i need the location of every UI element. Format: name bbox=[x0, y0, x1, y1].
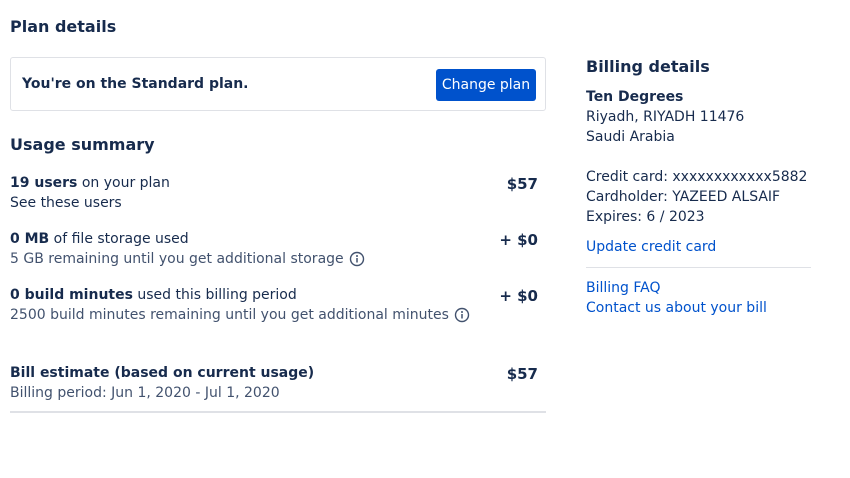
usage-row-users: 19 users on your plan See these users $5… bbox=[10, 173, 546, 213]
billing-address-line2: Saudi Arabia bbox=[586, 129, 675, 145]
build-price: + $0 bbox=[499, 287, 538, 305]
plan-details-heading: Plan details bbox=[10, 17, 117, 36]
card-expiry: Expires: 6 / 2023 bbox=[586, 209, 705, 225]
storage-amount: 0 MB bbox=[10, 231, 50, 247]
users-usage-text: 19 users on your plan bbox=[10, 173, 546, 193]
bill-estimate-label-text: Bill estimate (based on current usage) bbox=[10, 365, 315, 381]
billing-company: Ten Degrees bbox=[586, 89, 684, 105]
storage-note-line: 5 GB remaining until you get additional … bbox=[10, 249, 546, 269]
billing-details-heading: Billing details bbox=[586, 57, 710, 76]
current-plan-card: You're on the Standard plan. Change plan bbox=[10, 57, 546, 111]
usage-row-build-minutes: 0 build minutes used this billing period… bbox=[10, 285, 546, 325]
info-circle-icon[interactable] bbox=[349, 251, 365, 267]
usage-summary-heading: Usage summary bbox=[10, 135, 155, 154]
current-plan-text: You're on the Standard plan. bbox=[22, 76, 249, 92]
users-price: $57 bbox=[506, 175, 538, 193]
build-note-line: 2500 build minutes remaining until you g… bbox=[10, 305, 546, 325]
billing-period: Billing period: Jun 1, 2020 - Jul 1, 202… bbox=[10, 385, 280, 401]
build-amount: 0 build minutes bbox=[10, 287, 133, 303]
cardholder-name: Cardholder: YAZEED ALSAIF bbox=[586, 189, 781, 205]
build-note: 2500 build minutes remaining until you g… bbox=[10, 307, 449, 323]
build-suffix: used this billing period bbox=[132, 287, 297, 303]
info-circle-icon[interactable] bbox=[454, 307, 470, 323]
users-suffix: on your plan bbox=[77, 175, 170, 191]
summary-divider bbox=[10, 411, 546, 413]
users-count: 19 users bbox=[10, 175, 78, 191]
change-plan-button[interactable]: Change plan bbox=[436, 69, 536, 101]
bill-estimate-price: $57 bbox=[506, 365, 538, 383]
see-users-link[interactable]: See these users bbox=[10, 193, 546, 213]
storage-suffix: of file storage used bbox=[49, 231, 189, 247]
build-usage-text: 0 build minutes used this billing period bbox=[10, 285, 546, 305]
storage-price: + $0 bbox=[499, 231, 538, 249]
update-credit-card-link[interactable]: Update credit card bbox=[586, 237, 716, 257]
storage-usage-text: 0 MB of file storage used bbox=[10, 229, 546, 249]
credit-card-number: Credit card: xxxxxxxxxxxx5882 bbox=[586, 169, 808, 185]
billing-address-line1: Riyadh, RIYADH 11476 bbox=[586, 109, 745, 125]
storage-note: 5 GB remaining until you get additional … bbox=[10, 251, 344, 267]
usage-row-storage: 0 MB of file storage used 5 GB remaining… bbox=[10, 229, 546, 269]
billing-faq-link[interactable]: Billing FAQ bbox=[586, 278, 661, 298]
contact-billing-link[interactable]: Contact us about your bill bbox=[586, 298, 767, 318]
bill-estimate-label: Bill estimate (based on current usage) bbox=[10, 363, 546, 383]
billing-divider bbox=[586, 267, 811, 268]
bill-estimate-row: Bill estimate (based on current usage) B… bbox=[10, 363, 546, 403]
